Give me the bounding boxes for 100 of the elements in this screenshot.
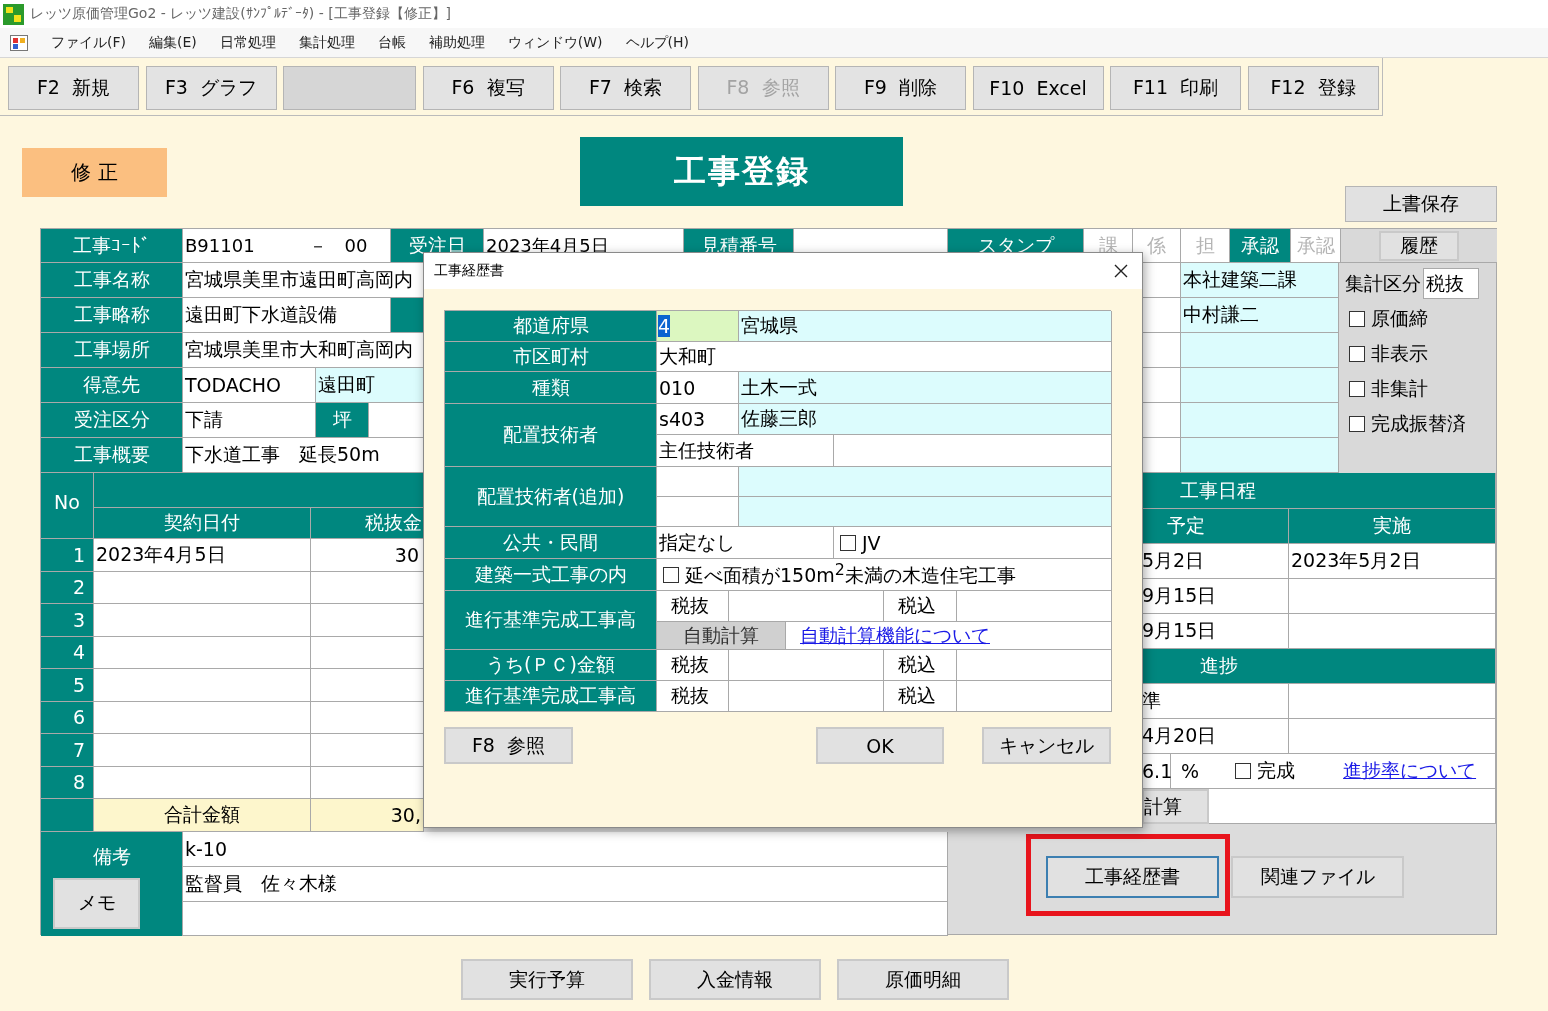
footer-button[interactable]: 原価明細 <box>837 959 1009 1000</box>
toolbar-button[interactable] <box>283 66 416 110</box>
input-field[interactable]: 主任技術者 <box>657 435 834 467</box>
input-field[interactable] <box>739 467 1112 497</box>
checkbox-label: 非表示 <box>1371 341 1428 366</box>
reference-button[interactable]: F8 参照 <box>444 727 573 764</box>
calc-button[interactable]: 計算 <box>1142 789 1209 824</box>
input-field[interactable] <box>729 681 884 712</box>
input-field[interactable] <box>1142 298 1181 333</box>
menu-item[interactable]: 日常処理 <box>219 33 276 52</box>
checkbox[interactable] <box>1235 763 1252 779</box>
close-button[interactable] <box>1114 264 1128 278</box>
input-field[interactable] <box>729 650 884 681</box>
help-link[interactable]: 進捗率について <box>1343 758 1477 784</box>
input-field[interactable]: 4 <box>657 311 739 342</box>
input-field[interactable] <box>1209 789 1496 824</box>
menu-item[interactable]: ウィンドウ(W) <box>507 33 603 52</box>
input-field[interactable]: 佐藤三郎 <box>739 404 1112 435</box>
checkbox[interactable] <box>1349 381 1365 397</box>
action-button[interactable]: 工事経歴書 <box>1046 856 1219 898</box>
input-field[interactable] <box>657 467 739 497</box>
input-field[interactable] <box>1181 333 1339 368</box>
input-field[interactable]: 監督員 佐々木様 <box>183 867 948 902</box>
input-field[interactable]: s403 <box>657 404 739 435</box>
cancel-button[interactable]: キャンセル <box>982 727 1111 764</box>
input-field[interactable]: 宮城県 <box>739 311 1112 342</box>
input-field[interactable]: 下請 <box>183 403 316 438</box>
table-cell: 5月2日 <box>1142 544 1289 579</box>
footer-button[interactable]: 入金情報 <box>649 959 821 1000</box>
checkbox[interactable] <box>1349 311 1365 327</box>
toolbar-button[interactable]: F11 印刷 <box>1110 66 1241 110</box>
memo-button[interactable]: メモ <box>53 877 140 929</box>
field-label: 税抜 <box>657 591 729 622</box>
input-field[interactable] <box>183 902 948 936</box>
checkbox[interactable] <box>840 534 856 551</box>
toolbar-button[interactable]: F6 複写 <box>422 66 554 110</box>
input-field[interactable]: 本社建築二課 <box>1181 263 1339 298</box>
footer-button[interactable]: 実行予算 <box>461 959 633 1000</box>
input-field[interactable]: 宮城県美里市大和町高岡内 <box>183 333 424 368</box>
table-cell: 9月15日 <box>1142 614 1289 649</box>
history-button[interactable]: 履歴 <box>1379 230 1459 261</box>
action-button[interactable]: 関連ファイル <box>1231 856 1404 898</box>
checkbox[interactable] <box>663 566 679 583</box>
save-button[interactable]: 上書保存 <box>1345 186 1497 222</box>
input-field[interactable]: 6.1 <box>1142 754 1171 789</box>
checkbox-label: 完成振替済 <box>1371 411 1466 436</box>
input-field[interactable] <box>957 650 1112 681</box>
row-number: 4 <box>41 636 94 669</box>
input-field[interactable] <box>1142 263 1181 298</box>
input-field[interactable]: 遠田町 <box>316 368 424 403</box>
input-field[interactable]: 税抜 <box>1423 268 1479 299</box>
toolbar-button[interactable]: F2 新規 <box>8 66 139 110</box>
column-header: 契約日付 <box>94 508 311 539</box>
toolbar-button[interactable]: F7 検索 <box>560 66 691 110</box>
input-field[interactable]: 中村謙二 <box>1181 298 1339 333</box>
input-field[interactable] <box>1181 368 1339 403</box>
input-field[interactable] <box>739 497 1112 527</box>
input-field[interactable]: 010 <box>657 372 739 404</box>
input-field[interactable] <box>1181 438 1339 473</box>
input-field[interactable]: B91101 － 00 <box>183 229 391 263</box>
toolbar-button[interactable]: F12 登録 <box>1247 66 1379 110</box>
toolbar-button[interactable]: F10 Excel <box>972 66 1104 110</box>
input-field[interactable] <box>1142 333 1181 368</box>
input-field[interactable]: 遠田町下水道設備 <box>183 298 391 333</box>
input-field[interactable]: 下水道工事 延長50m <box>183 438 424 473</box>
input-field[interactable]: k-10 <box>183 832 948 867</box>
checkbox-label: JV <box>862 531 881 554</box>
menu-item[interactable]: 集計処理 <box>298 33 355 52</box>
input-field[interactable]: 大和町 <box>657 342 1112 372</box>
input-field[interactable] <box>657 497 739 527</box>
input-field[interactable] <box>1142 403 1181 438</box>
menu-item[interactable]: 台帳 <box>377 33 406 52</box>
checkbox[interactable] <box>1349 346 1365 362</box>
input-field[interactable] <box>834 435 1112 467</box>
input-field[interactable] <box>369 403 424 438</box>
stamp-cell: 承認 <box>1230 229 1291 263</box>
toolbar-button[interactable]: F9 削除 <box>835 66 966 110</box>
window-title: レッツ原価管理Go2 - レッツ建設(ｻﾝﾌﾟﾙﾃﾞｰﾀ) - [工事登録【修正】] <box>30 5 452 23</box>
auto-calc-button[interactable]: 自動計算 <box>657 622 786 650</box>
field-label: 税抜 <box>657 681 729 712</box>
input-field[interactable]: 指定なし <box>657 527 834 559</box>
input-field[interactable] <box>1142 368 1181 403</box>
input-field[interactable] <box>1142 438 1181 473</box>
input-field[interactable] <box>957 591 1112 622</box>
input-field[interactable]: TODACHO <box>183 368 316 403</box>
field-label: 配置技術者 <box>445 404 657 467</box>
menu-item[interactable]: ファイル(F) <box>51 33 126 52</box>
menu-item[interactable]: 編集(E) <box>149 33 197 52</box>
checkbox[interactable] <box>1349 416 1365 432</box>
toolbar-button[interactable]: F3 グラフ <box>145 66 277 110</box>
ok-button[interactable]: OK <box>816 727 944 764</box>
input-field[interactable] <box>957 681 1112 712</box>
menu-item[interactable]: ヘルプ(H) <box>625 33 689 52</box>
field-label: 工事場所 <box>41 333 183 368</box>
input-field[interactable]: 土木一式 <box>739 372 1112 404</box>
mode-badge: 修 正 <box>22 148 167 197</box>
input-field[interactable] <box>1181 403 1339 438</box>
menu-item[interactable]: 補助処理 <box>428 33 485 52</box>
input-field[interactable]: 宮城県美里市遠田町高岡内 <box>183 263 424 298</box>
input-field[interactable] <box>729 591 884 622</box>
